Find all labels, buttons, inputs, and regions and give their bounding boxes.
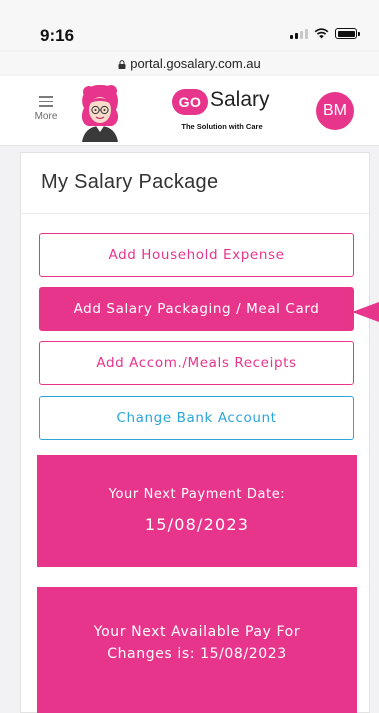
pointer-arrow-icon: [352, 302, 379, 322]
salary-package-card: My Salary Package Add Household Expense …: [20, 152, 370, 713]
status-bar: 9:16: [0, 0, 379, 50]
app-header: More GO Salary The Solution with Care BM: [0, 76, 379, 146]
logo-wordmark: Salary: [210, 88, 270, 111]
add-salary-packaging-button[interactable]: Add Salary Packaging / Meal Card: [39, 287, 354, 331]
add-accom-meals-receipts-button[interactable]: Add Accom./Meals Receipts: [39, 341, 354, 385]
url-text: portal.gosalary.com.au: [130, 55, 261, 71]
wifi-icon: [314, 28, 329, 39]
change-bank-account-button[interactable]: Change Bank Account: [39, 396, 354, 440]
mascot-illustration: [81, 84, 119, 142]
title-divider: [21, 213, 369, 214]
user-avatar[interactable]: BM: [316, 92, 354, 130]
status-icons: [290, 28, 360, 39]
more-menu-button[interactable]: More: [26, 90, 66, 134]
next-payment-label: Your Next Payment Date:: [108, 487, 286, 502]
add-household-expense-button[interactable]: Add Household Expense: [39, 233, 354, 277]
logo-go-badge: GO: [172, 89, 208, 115]
browser-url-bar[interactable]: portal.gosalary.com.au: [0, 52, 379, 74]
lock-icon: [118, 59, 126, 69]
next-pay-changes-line2: Changes is: 15/08/2023: [107, 646, 287, 662]
logo-tagline: The Solution with Care: [181, 122, 263, 131]
status-time: 9:16: [40, 26, 75, 45]
hamburger-icon: [39, 96, 53, 110]
next-pay-changes-line1: Your Next Available Pay For: [93, 624, 301, 640]
phone-screen: 9:16 portal.gosalary.com.au More GO Sala…: [0, 0, 379, 713]
signal-icon: [290, 28, 308, 39]
more-menu-label: More: [34, 110, 58, 122]
next-payment-value: 15/08/2023: [144, 515, 250, 534]
gosalary-logo[interactable]: GO Salary The Solution with Care: [172, 86, 272, 138]
page-title: My Salary Package: [41, 171, 219, 193]
next-pay-changes-box: Your Next Available Pay For Changes is: …: [37, 587, 357, 713]
battery-icon: [335, 28, 360, 39]
next-payment-date-box: Your Next Payment Date: 15/08/2023: [37, 455, 357, 567]
